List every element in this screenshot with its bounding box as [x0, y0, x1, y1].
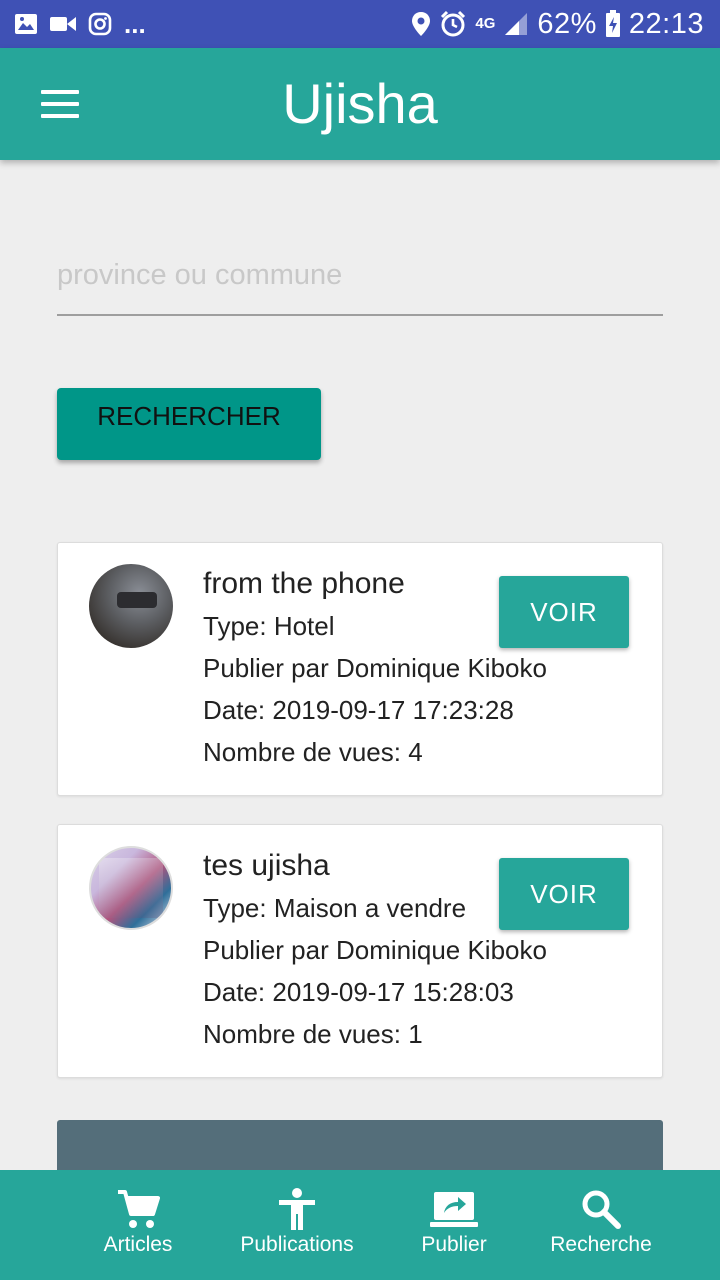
result-thumbnail	[89, 564, 173, 648]
search-input[interactable]	[57, 240, 663, 310]
result-title: tes ujisha	[203, 849, 330, 882]
result-author: Publier par Dominique Kiboko	[203, 935, 547, 965]
result-type: Type: Hotel	[203, 611, 335, 641]
search-icon	[582, 1190, 621, 1229]
nav-publier[interactable]: Publier	[408, 1170, 500, 1280]
result-author: Publier par Dominique Kiboko	[203, 653, 547, 683]
alarm-icon	[441, 10, 466, 37]
bottom-nav: Articles Publications Publier Recherche	[0, 1170, 720, 1280]
status-system: 4G 62% 22:13	[411, 6, 704, 42]
result-card: from the phone Type: Hotel Publier par D…	[57, 542, 663, 796]
status-bar: ... 4G 62% 22:13	[0, 0, 720, 48]
result-date: Date: 2019-09-17 17:23:28	[203, 695, 514, 725]
share-screen-icon	[430, 1192, 478, 1227]
result-views: Nombre de vues: 1	[203, 1019, 423, 1049]
video-icon	[50, 17, 76, 31]
nav-label: Recherche	[550, 1233, 652, 1256]
instagram-icon	[88, 12, 112, 36]
search-field	[57, 240, 663, 316]
view-button[interactable]: VOIR	[499, 576, 629, 648]
app-title: Ujisha	[282, 72, 438, 135]
image-icon	[15, 14, 37, 34]
app-bar: Ujisha	[0, 48, 720, 160]
result-date: Date: 2019-09-17 15:28:03	[203, 977, 514, 1007]
result-title: from the phone	[203, 567, 405, 600]
result-type: Type: Maison a vendre	[203, 893, 467, 923]
nav-label: Publier	[421, 1233, 487, 1256]
battery-percent: 62%	[537, 8, 597, 40]
location-icon	[412, 12, 431, 36]
result-views: Nombre de vues: 4	[203, 737, 423, 767]
status-notifications: ...	[14, 10, 146, 38]
cart-icon	[118, 1190, 160, 1228]
nav-label: Articles	[103, 1233, 173, 1256]
result-card: tes ujisha Type: Maison a vendre Publier…	[57, 824, 663, 1078]
nav-articles[interactable]: Articles	[88, 1170, 188, 1280]
nav-label: Publications	[240, 1233, 354, 1256]
nav-recherche[interactable]: Recherche	[544, 1170, 658, 1280]
more-notifications: ...	[124, 9, 146, 39]
network-type: 4G	[475, 15, 496, 32]
nav-publications[interactable]: Publications	[230, 1170, 364, 1280]
accessibility-icon	[279, 1188, 315, 1230]
search-button[interactable]: RECHERCHER	[57, 388, 321, 460]
signal-icon	[505, 13, 528, 35]
clock: 22:13	[628, 8, 704, 40]
menu-icon[interactable]	[30, 82, 90, 126]
battery-charging-icon	[605, 10, 620, 37]
view-button[interactable]: VOIR	[499, 858, 629, 930]
result-thumbnail	[89, 846, 173, 930]
